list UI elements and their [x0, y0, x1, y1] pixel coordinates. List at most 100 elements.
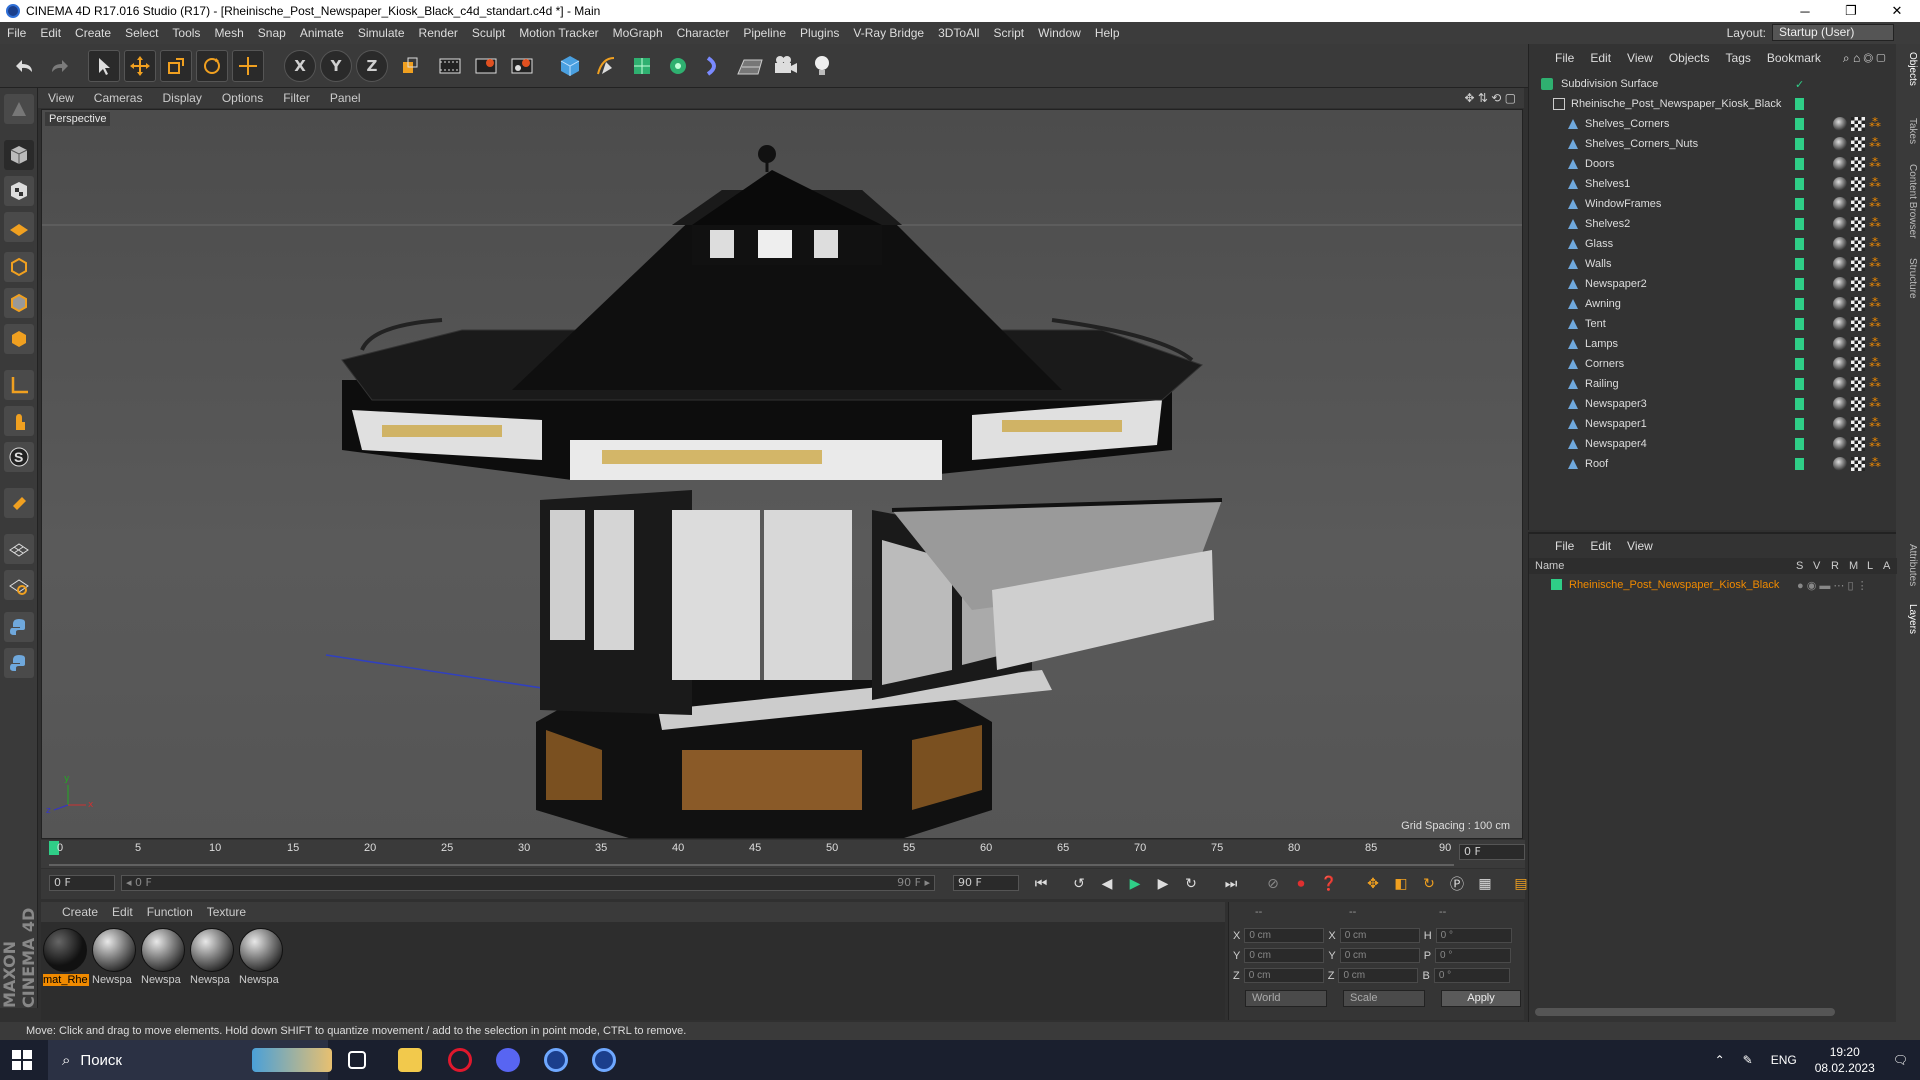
menu-window[interactable]: Window — [1031, 26, 1088, 40]
layers-menu-file[interactable]: File — [1547, 539, 1582, 553]
coordinate-space-dropdown[interactable]: World — [1245, 990, 1327, 1007]
layer-color-swatch[interactable] — [1795, 118, 1804, 130]
key-pla-icon[interactable]: ▦ — [1473, 873, 1497, 895]
layer-color-swatch[interactable] — [1795, 358, 1804, 370]
layers-menu-edit[interactable]: Edit — [1582, 539, 1619, 553]
object-row[interactable]: Newspaper1 ⁂ — [1529, 414, 1897, 434]
texture-tag-icon[interactable] — [1851, 357, 1865, 371]
object-row[interactable]: Newspaper4 ⁂ — [1529, 434, 1897, 454]
viewport-menu-cameras[interactable]: Cameras — [84, 91, 153, 105]
points-mode-icon[interactable] — [4, 252, 34, 282]
material-tag-icon[interactable] — [1833, 277, 1847, 291]
material-tag-icon[interactable] — [1833, 317, 1847, 331]
menu-simulate[interactable]: Simulate — [351, 26, 412, 40]
tab-structure[interactable]: Structure — [1898, 258, 1918, 299]
texture-tag-icon[interactable] — [1851, 277, 1865, 291]
previous-frame-icon[interactable]: ◀ — [1095, 873, 1119, 895]
object-row[interactable]: Newspaper2 ⁂ — [1529, 274, 1897, 294]
layer-color-swatch[interactable] — [1795, 98, 1804, 110]
rotation-b-field[interactable]: 0 ° — [1433, 968, 1510, 983]
start-frame-field[interactable]: 0 F — [49, 875, 115, 891]
menu-edit[interactable]: Edit — [33, 26, 68, 40]
menu-select[interactable]: Select — [118, 26, 165, 40]
tab-attributes[interactable]: Attributes — [1898, 544, 1918, 586]
phong-tag-icon[interactable]: ⁂ — [1869, 277, 1883, 291]
key-parameter-icon[interactable]: Ⓟ — [1445, 873, 1469, 895]
subdivision-surface-icon[interactable] — [626, 50, 658, 82]
layer-color-swatch[interactable] — [1795, 238, 1804, 250]
object-row-group[interactable]: Rheinische_Post_Newspaper_Kiosk_Black — [1529, 94, 1897, 114]
menu-pipeline[interactable]: Pipeline — [736, 26, 793, 40]
layers-menu-view[interactable]: View — [1619, 539, 1661, 553]
object-row[interactable]: Tent ⁂ — [1529, 314, 1897, 334]
pen-spline-icon[interactable] — [590, 50, 622, 82]
cinema4d-taskbar-icon[interactable] — [544, 1048, 568, 1072]
layer-color-swatch[interactable] — [1795, 458, 1804, 470]
menu-help[interactable]: Help — [1088, 26, 1127, 40]
material-tag-icon[interactable] — [1833, 377, 1847, 391]
texture-tag-icon[interactable] — [1851, 437, 1865, 451]
snap-icon[interactable]: S — [4, 442, 34, 472]
layer-color-swatch[interactable] — [1795, 198, 1804, 210]
end-frame-field[interactable]: 90 F — [953, 875, 1019, 891]
menu-sculpt[interactable]: Sculpt — [465, 26, 512, 40]
viewport-menu-options[interactable]: Options — [212, 91, 273, 105]
frame-range-slider[interactable]: ◂ 0 F 90 F ▸ — [121, 875, 935, 891]
timeline-ruler[interactable]: 0 5 10 15 20 25 30 35 40 45 50 55 60 65 … — [41, 840, 1525, 868]
python-script-2-icon[interactable] — [4, 648, 34, 678]
object-row[interactable]: Shelves1 ⁂ — [1529, 174, 1897, 194]
material-tag-icon[interactable] — [1833, 357, 1847, 371]
size-z-field[interactable]: 0 cm — [1338, 968, 1419, 983]
texture-tag-icon[interactable] — [1851, 257, 1865, 271]
object-row[interactable]: Railing ⁂ — [1529, 374, 1897, 394]
redo-icon[interactable] — [44, 50, 76, 82]
layer-color-swatch[interactable] — [1795, 298, 1804, 310]
layer-color-swatch[interactable] — [1795, 158, 1804, 170]
object-row[interactable]: Newspaper3 ⁂ — [1529, 394, 1897, 414]
texture-tag-icon[interactable] — [1851, 217, 1865, 231]
texture-tag-icon[interactable] — [1851, 197, 1865, 211]
floor-scene-icon[interactable] — [734, 50, 766, 82]
cloner-icon[interactable] — [662, 50, 694, 82]
enable-axis-icon[interactable] — [4, 370, 34, 400]
tab-layers[interactable]: Layers — [1898, 604, 1918, 634]
layer-horizontal-scrollbar[interactable] — [1535, 1008, 1835, 1016]
menu-snap[interactable]: Snap — [251, 26, 293, 40]
viewport-menu-filter[interactable]: Filter — [273, 91, 320, 105]
layer-color-swatch[interactable] — [1795, 258, 1804, 270]
layer-color-swatch[interactable] — [1795, 278, 1804, 290]
object-row[interactable]: Shelves_Corners_Nuts ⁂ — [1529, 134, 1897, 154]
tab-content-browser[interactable]: Content Browser — [1898, 164, 1918, 238]
layer-color-swatch[interactable] — [1551, 579, 1562, 590]
tray-chevron-icon[interactable]: ⌃ — [1715, 1053, 1725, 1067]
multi-tool-icon[interactable] — [232, 50, 264, 82]
menu-motion-tracker[interactable]: Motion Tracker — [512, 26, 605, 40]
material-menu-function[interactable]: Function — [140, 905, 200, 919]
language-indicator[interactable]: ENG — [1771, 1053, 1797, 1067]
texture-tag-icon[interactable] — [1851, 337, 1865, 351]
x-axis-lock-button[interactable]: X — [284, 50, 316, 82]
tab-takes[interactable]: Takes — [1898, 118, 1918, 144]
texture-tag-icon[interactable] — [1851, 137, 1865, 151]
tweak-mode-icon[interactable] — [4, 406, 34, 436]
menu-mesh[interactable]: Mesh — [207, 26, 250, 40]
menu-animate[interactable]: Animate — [293, 26, 351, 40]
layer-color-swatch[interactable] — [1795, 178, 1804, 190]
material-tag-icon[interactable] — [1833, 397, 1847, 411]
menu-3dtoall[interactable]: 3DToAll — [931, 26, 986, 40]
object-row[interactable]: Glass ⁂ — [1529, 234, 1897, 254]
close-button[interactable]: ✕ — [1874, 0, 1920, 22]
objects-menu-bookmark[interactable]: Bookmark — [1759, 51, 1829, 65]
scale-tool-icon[interactable] — [160, 50, 192, 82]
opera-browser-icon[interactable] — [448, 1048, 472, 1072]
render-view-icon[interactable] — [434, 50, 466, 82]
layer-color-swatch[interactable] — [1795, 318, 1804, 330]
material-swatch[interactable]: Newspa — [239, 928, 285, 986]
texture-tag-icon[interactable] — [1851, 177, 1865, 191]
pen-input-icon[interactable]: ✎ — [1743, 1053, 1753, 1067]
play-icon[interactable]: ▶ — [1123, 873, 1147, 895]
menu-mograph[interactable]: MoGraph — [606, 26, 670, 40]
camera-icon[interactable] — [770, 50, 802, 82]
object-row[interactable]: Doors ⁂ — [1529, 154, 1897, 174]
phong-tag-icon[interactable]: ⁂ — [1869, 217, 1883, 231]
